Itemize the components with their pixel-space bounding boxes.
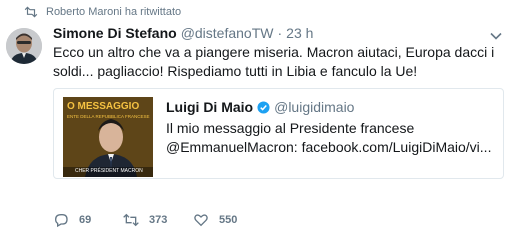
- retweet-context: Roberto Maroni ha ritwittato: [24, 6, 181, 18]
- author-fullname[interactable]: Simone Di Stefano: [53, 25, 177, 41]
- retweet-icon: [123, 213, 139, 227]
- quoted-tweet-text: Il mio messaggio al Presidente francese …: [166, 119, 496, 157]
- retweet-icon: [24, 6, 38, 18]
- quoted-author-fullname[interactable]: Luigi Di Maio: [166, 99, 253, 115]
- retweet-button[interactable]: 373: [123, 212, 193, 228]
- tweet-text: Ecco un altro che va a piangere miseria.…: [53, 44, 495, 79]
- media-caption: CHER PRÉSIDENT MACRON: [75, 168, 143, 174]
- like-icon: [194, 214, 208, 227]
- verified-badge-icon: [257, 100, 270, 114]
- quoted-author-username[interactable]: @luigidimaio: [274, 99, 354, 115]
- tweet-header: Simone Di Stefano @distefanoTW · 23 h: [53, 25, 498, 41]
- retweet-context-label[interactable]: Roberto Maroni ha ritwittato: [46, 6, 181, 18]
- quoted-tweet-header: Luigi Di Maio @luigidimaio: [166, 99, 496, 115]
- quoted-tweet-text-line2[interactable]: @EmmanuelMacron: facebook.com/LuigiDiMai…: [166, 138, 496, 157]
- tweet-content: Simone Di Stefano @distefanoTW · 23 h Ec…: [53, 25, 498, 81]
- like-count: 550: [219, 214, 238, 226]
- quoted-tweet-text-line1: Il mio messaggio al Presidente francese: [166, 120, 415, 136]
- author-username[interactable]: @distefanoTW: [181, 25, 274, 41]
- reply-icon: [54, 214, 68, 228]
- media-subline: ENTE DELLA REPUBBLICA FRANCESE: [67, 114, 150, 119]
- reply-button[interactable]: 69: [53, 212, 123, 228]
- like-button[interactable]: 550: [193, 212, 237, 228]
- quoted-tweet[interactable]: O MESSAGGIO ENTE DELLA REPUBBLICA FRANCE…: [53, 88, 504, 179]
- quoted-tweet-body: Luigi Di Maio @luigidimaio Il mio messag…: [166, 99, 496, 157]
- quoted-tweet-media[interactable]: O MESSAGGIO ENTE DELLA REPUBBLICA FRANCE…: [63, 97, 153, 177]
- tweet-timestamp[interactable]: 23 h: [286, 25, 313, 41]
- reply-count: 69: [79, 214, 92, 226]
- time-separator: ·: [277, 25, 283, 41]
- tweet-actions: 69 373 550: [53, 212, 237, 228]
- avatar[interactable]: [6, 28, 42, 64]
- media-headline: O MESSAGGIO: [67, 101, 140, 112]
- retweet-count: 373: [149, 214, 168, 226]
